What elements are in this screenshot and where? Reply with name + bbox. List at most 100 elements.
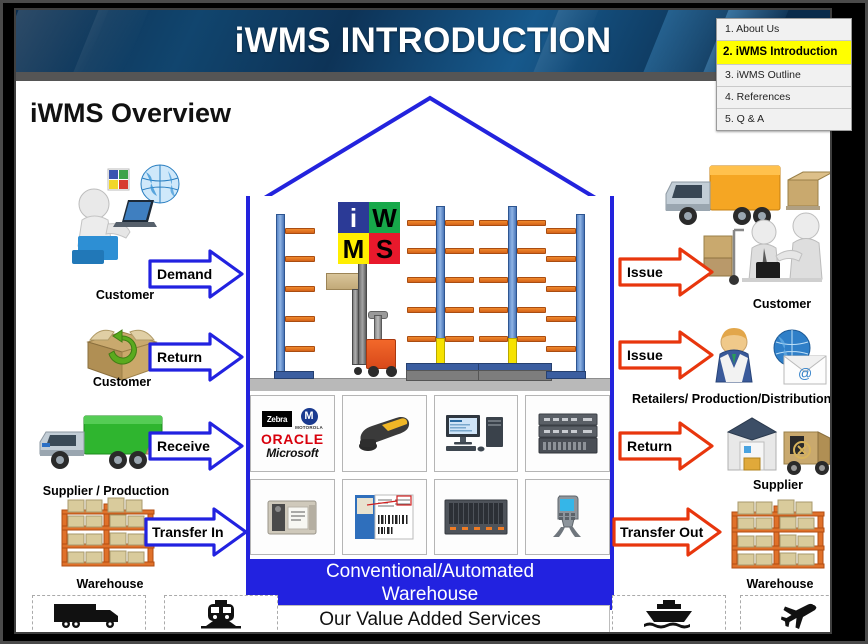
- warehouse-banner: Conventional/Automated Warehouse: [250, 559, 610, 605]
- inbound-arrow-receive: Receive: [148, 421, 244, 471]
- page-title: iWMS Overview: [30, 98, 232, 128]
- arrow-label: Transfer In: [152, 524, 224, 540]
- rack-arm: [479, 248, 508, 254]
- transport-airplane: [740, 595, 830, 632]
- rack-arm: [546, 256, 576, 262]
- truck-icon: [54, 604, 118, 628]
- nav-item-about-us[interactable]: 1. About Us: [717, 19, 851, 41]
- rack-arm: [546, 316, 576, 322]
- rack-arm: [517, 277, 546, 283]
- arrow-label: Issue: [627, 347, 663, 363]
- svg-text:@: @: [798, 365, 812, 381]
- rack-upright: [576, 214, 585, 379]
- actor-pallet-racking-right: [722, 498, 830, 576]
- arrow-label: Demand: [157, 266, 212, 282]
- forklift-wheel: [368, 366, 379, 377]
- rack-arm: [517, 220, 546, 226]
- arrow-label: Return: [157, 349, 202, 365]
- ship-icon: [644, 600, 692, 629]
- forklift-body: [366, 339, 396, 369]
- presentation-slide: iWMS INTRODUCTION iWMS Overview i W M S …: [14, 8, 832, 634]
- rack-base: [546, 371, 586, 379]
- outbound-arrow-transfer-out: Transfer Out: [612, 507, 722, 557]
- train-icon: [201, 600, 241, 629]
- rack-arm: [517, 307, 546, 313]
- rack-arm: [285, 286, 315, 292]
- outbound-arrow-issue-2: Issue: [618, 330, 714, 380]
- banner-line-2: Warehouse: [381, 584, 479, 605]
- slide-navigation-menu[interactable]: 1. About Us 2. iWMS Introduction 3. iWMS…: [716, 18, 852, 131]
- arrow-label: Issue: [627, 264, 663, 280]
- banner-line-1: Conventional/Automated: [325, 561, 535, 582]
- nav-item-q-and-a[interactable]: 5. Q & A: [717, 109, 851, 130]
- tech-cell-workstation: [433, 395, 519, 472]
- logo-cell-s: S: [369, 233, 400, 264]
- transport-ship: [612, 595, 726, 632]
- tech-cell-brand-logos: Zebra M MOTOROLA ORACLE Microsoft: [250, 395, 335, 472]
- inbound-actor-label-3: Warehouse: [76, 577, 144, 591]
- forklift-column: [374, 315, 382, 341]
- slide-title-band: iWMS INTRODUCTION: [16, 10, 830, 72]
- mobile-rack-carriage: [478, 370, 552, 381]
- rack-arm: [445, 336, 474, 342]
- slide-title: iWMS INTRODUCTION: [234, 21, 612, 60]
- logo-cell-m: M: [338, 233, 369, 264]
- nav-item-iwms-introduction[interactable]: 2. iWMS Introduction: [717, 41, 851, 65]
- rack-arm: [445, 248, 474, 254]
- rack-upright: [276, 214, 285, 379]
- rack-server-icon: [538, 413, 598, 454]
- logo-cell-i: i: [338, 202, 369, 233]
- rack-arm: [407, 220, 436, 226]
- outbound-actor-label-2: Supplier: [752, 478, 803, 492]
- transport-train: [164, 595, 278, 632]
- zebra-logo: Zebra: [261, 411, 293, 428]
- mobile-rack-carriage: [406, 370, 480, 381]
- arrow-right-orange: Transfer Out: [612, 507, 722, 557]
- arrow-right-blue: Return: [148, 332, 244, 382]
- rack-arm: [407, 336, 436, 342]
- rack-arm: [407, 307, 436, 313]
- pallet-racking-icon: [731, 499, 825, 569]
- iwms-logo: i W M S: [338, 202, 400, 264]
- rack-arm: [479, 336, 508, 342]
- motorola-logo: M MOTOROLA: [295, 408, 323, 430]
- rack-arm: [285, 316, 315, 322]
- arrow-right-orange: Issue: [618, 247, 714, 297]
- mobile-handheld-terminal-icon: [552, 495, 581, 537]
- storage-array-icon: [444, 499, 508, 535]
- arrow-right-blue: Transfer In: [144, 507, 248, 557]
- arrow-label: Receive: [157, 438, 210, 454]
- arrow-right-orange: Issue: [618, 330, 714, 380]
- title-underbar: [16, 72, 830, 81]
- label-printer-icon: [267, 500, 317, 535]
- rack-arm: [546, 228, 576, 234]
- rack-arm: [546, 286, 576, 292]
- rack-arm: [407, 277, 436, 283]
- rack-arm: [445, 277, 474, 283]
- inbound-arrow-transfer-in: Transfer In: [144, 507, 248, 557]
- tech-cell-storage-array: [433, 478, 519, 555]
- tech-cell-handheld-terminal: [525, 478, 610, 555]
- warehouse-interior-scene: i W M S: [250, 198, 610, 391]
- warehouse-house-diagram: i W M S Zebra M MOTOROLA ORACLE Microsof…: [234, 92, 626, 632]
- agent-email-icon: @: [715, 328, 827, 385]
- oracle-logo: ORACLE: [261, 430, 324, 447]
- tech-cell-label-printer: [250, 478, 335, 555]
- desktop-workstation-icon: [445, 415, 503, 452]
- rack-arm: [285, 256, 315, 262]
- arrow-label: Return: [627, 438, 672, 454]
- inbound-arrow-return: Return: [148, 332, 244, 382]
- nav-item-references[interactable]: 4. References: [717, 87, 851, 109]
- actor-agent-email: @: [706, 328, 830, 388]
- screenshot-root: iWMS INTRODUCTION iWMS Overview i W M S …: [0, 0, 868, 644]
- rack-arm: [445, 307, 474, 313]
- technology-image-grid: Zebra M MOTOROLA ORACLE Microsoft: [250, 395, 610, 555]
- rack-arm: [479, 220, 508, 226]
- rack-arm: [517, 336, 546, 342]
- forklift-wheel: [354, 367, 362, 375]
- outbound-actor-label-3: Warehouse: [746, 577, 814, 591]
- rack-arm: [479, 277, 508, 283]
- rack-base: [274, 371, 314, 379]
- nav-item-iwms-outline[interactable]: 3. iWMS Outline: [717, 65, 851, 87]
- rack-arm: [546, 346, 576, 352]
